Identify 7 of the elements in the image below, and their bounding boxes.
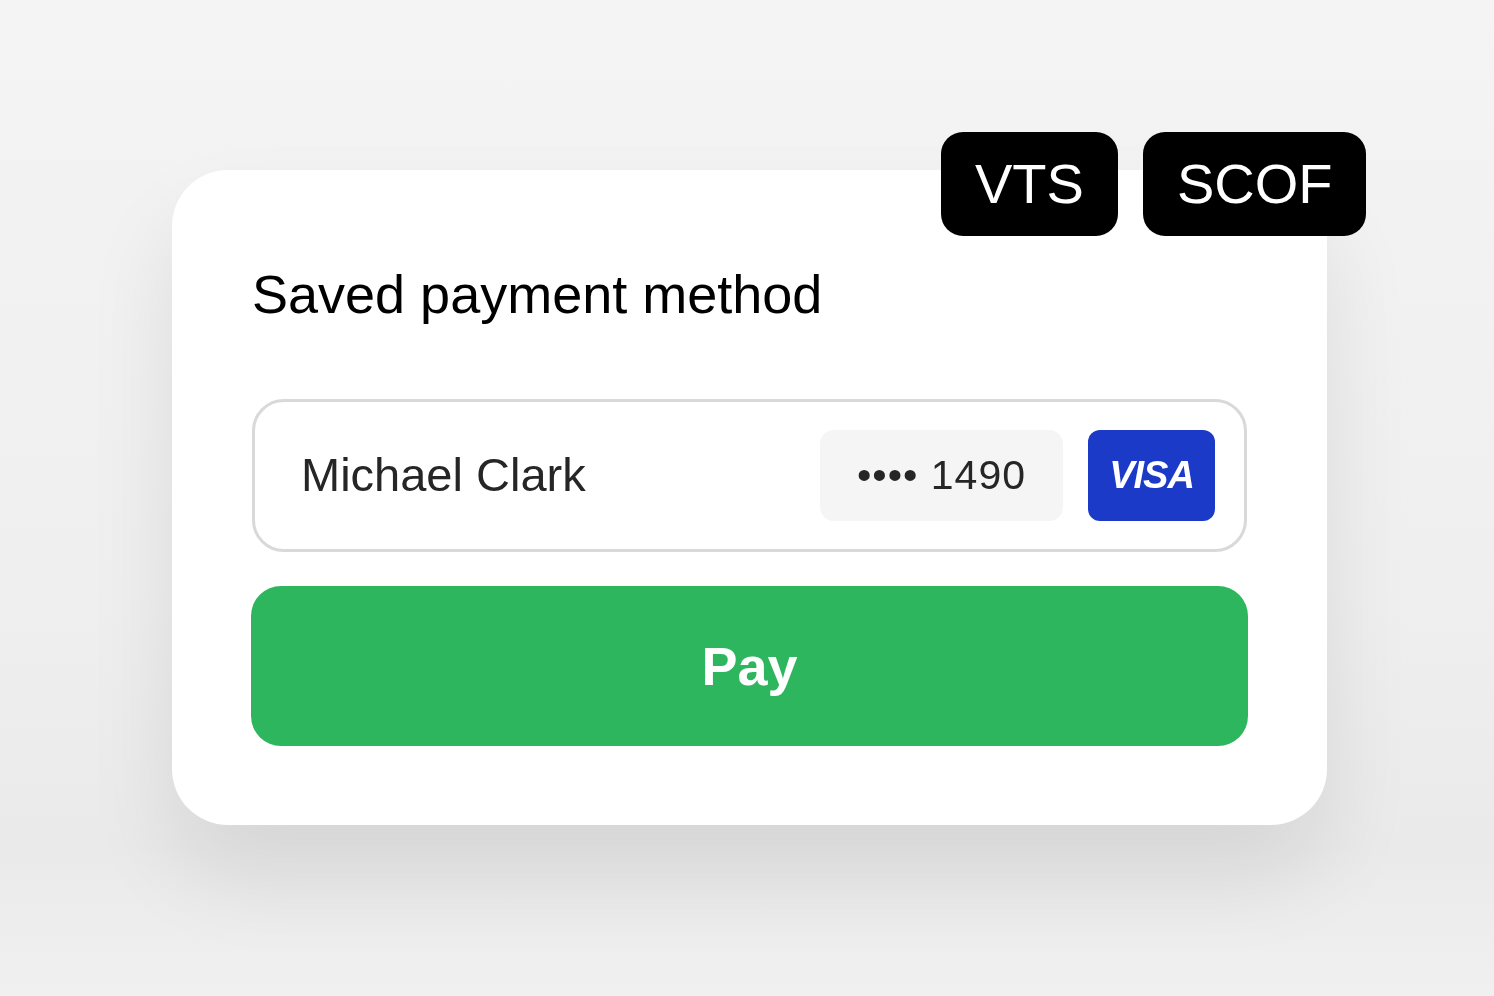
card-title: Saved payment method bbox=[252, 263, 824, 326]
cardholder-name: Michael Clark bbox=[301, 447, 586, 504]
tag-label: SCOF bbox=[1142, 132, 1367, 236]
masked-card-number: •••• 1490 bbox=[820, 430, 1063, 521]
saved-card-option[interactable]: Michael Clark •••• 1490 VISA bbox=[252, 399, 1247, 552]
card-brand-logo: VISA bbox=[1088, 430, 1215, 521]
tag-label: VTS bbox=[941, 132, 1118, 236]
